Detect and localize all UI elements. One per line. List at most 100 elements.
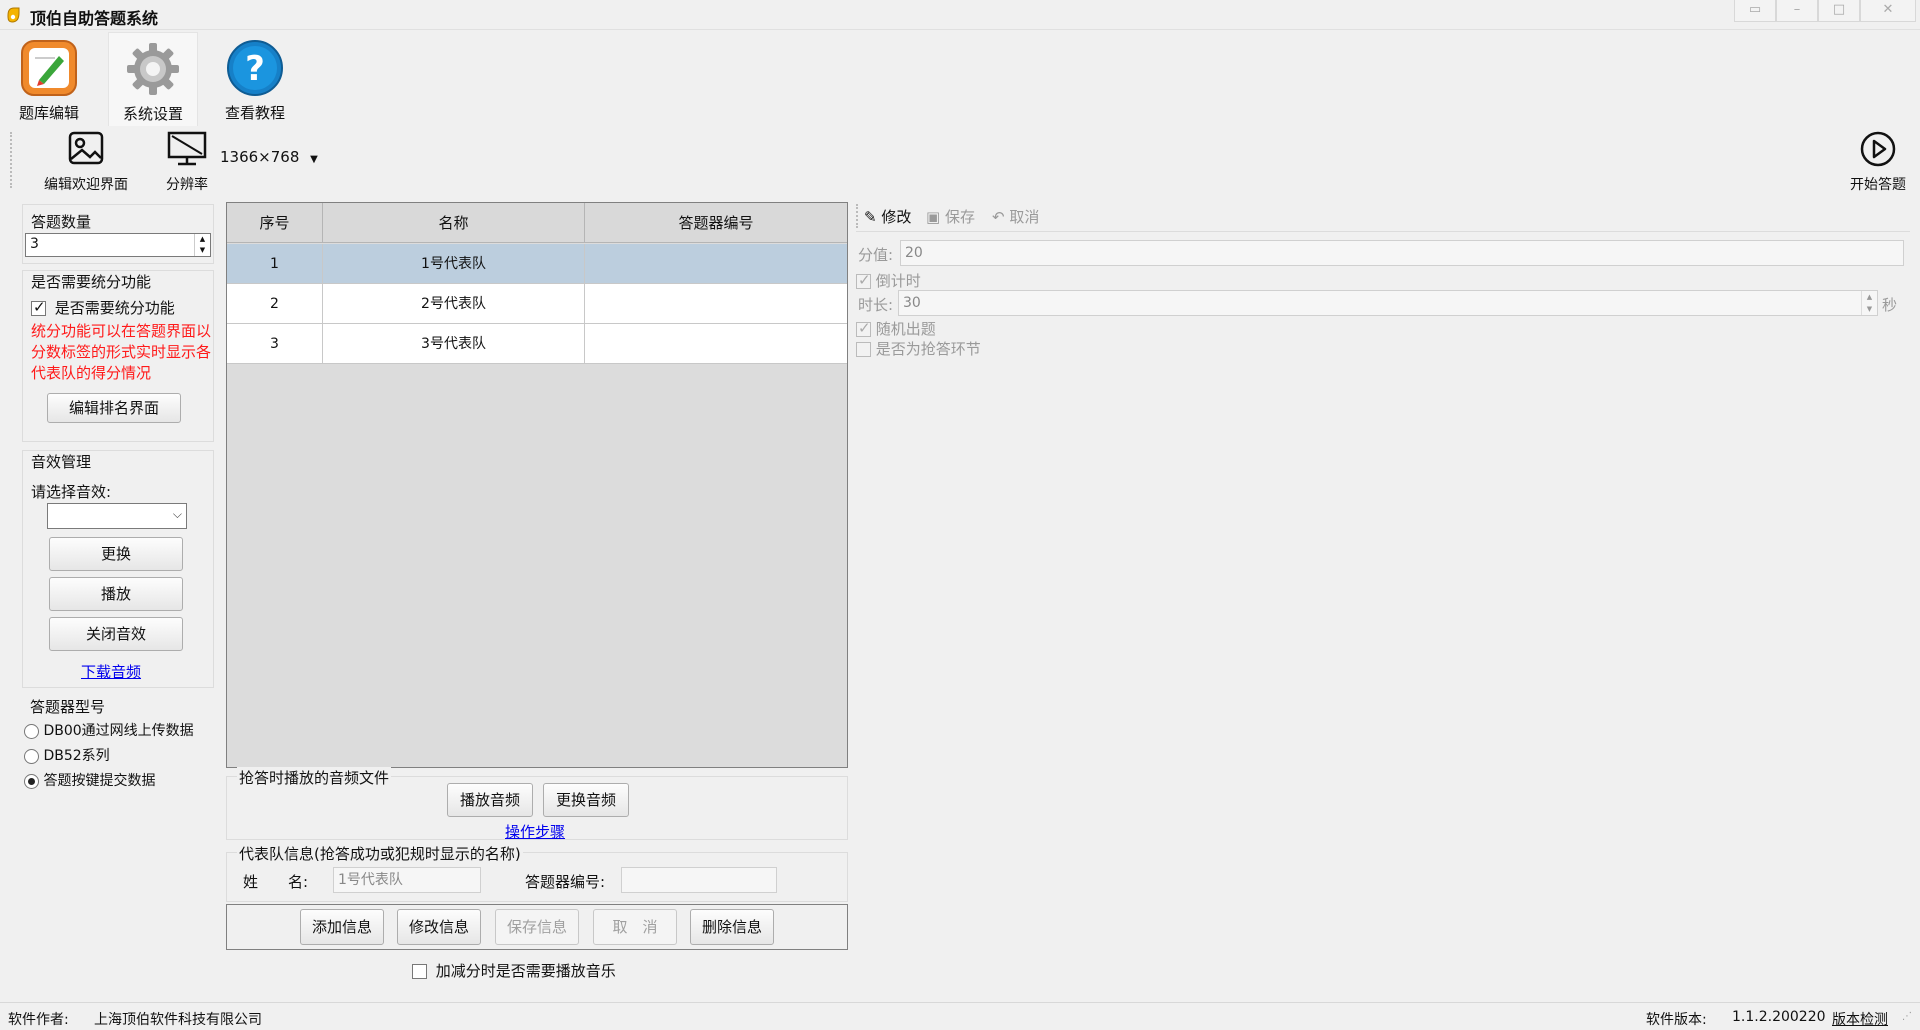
play-sound-button[interactable]: 播放 — [49, 577, 183, 611]
close-sound-button[interactable]: 关闭音效 — [49, 617, 183, 651]
add-info-button[interactable]: 添加信息 — [300, 909, 384, 945]
sound-select[interactable]: ⌵ — [47, 503, 187, 529]
music-checkbox[interactable]: 加减分时是否需要播放音乐 — [412, 960, 616, 981]
edit-bank-icon — [19, 38, 79, 98]
device-no-field[interactable] — [621, 867, 777, 893]
buzzer-checkbox[interactable]: 是否为抢答环节 — [856, 338, 981, 359]
random-checkbox[interactable]: 随机出题 — [856, 318, 936, 339]
save-button[interactable]: ▣ 保存 — [926, 206, 975, 227]
chevron-down-icon: ⌵ — [172, 507, 182, 521]
minimize-button[interactable]: – — [1776, 0, 1818, 22]
sound-group-title: 音效管理 — [31, 453, 92, 471]
answer-count-title: 答题数量 — [31, 213, 92, 231]
change-sound-button[interactable]: 更换 — [49, 537, 183, 571]
table-row[interactable]: 2 2号代表队 — [227, 284, 847, 324]
edit-ranking-button[interactable]: 编辑排名界面 — [47, 393, 181, 423]
ribbon-item-system-settings[interactable]: 系统设置 — [108, 32, 198, 126]
table-row[interactable]: 3 3号代表队 — [227, 324, 847, 364]
dropdown-arrow-icon: ▼ — [310, 154, 318, 165]
column-header-device[interactable]: 答题器编号 — [585, 203, 847, 243]
edit-label: 修改 — [881, 208, 912, 226]
start-answer-button[interactable]: 开始答题 — [1840, 130, 1916, 193]
column-header-no[interactable]: 序号 — [227, 203, 323, 243]
resolution-value: 1366×768 — [220, 148, 300, 166]
ribbon-item-label: 题库编辑 — [18, 104, 79, 122]
random-label: 随机出题 — [875, 320, 936, 338]
resize-grip-icon[interactable]: ⋰ — [1902, 1011, 1912, 1022]
restore-button[interactable]: ▭ — [1734, 0, 1776, 22]
resolution-label: 分辨率 — [166, 177, 208, 193]
edit-button[interactable]: ✎ 修改 — [864, 206, 911, 227]
column-header-name[interactable]: 名称 — [323, 203, 585, 243]
ribbon-item-label: 查看教程 — [224, 104, 285, 122]
checkbox-icon[interactable] — [856, 271, 871, 289]
steps-link[interactable]: 操作步骤 — [505, 821, 565, 842]
music-checkbox-label: 加减分时是否需要播放音乐 — [435, 962, 616, 980]
edit-welcome-label: 编辑欢迎界面 — [44, 177, 128, 193]
maximize-button[interactable]: □ — [1818, 0, 1860, 22]
cancel-info-button[interactable]: 取 消 — [593, 909, 677, 945]
modify-info-button[interactable]: 修改信息 — [397, 909, 481, 945]
score-value: 20 — [905, 245, 923, 261]
score-checkbox[interactable]: 是否需要统分功能 — [31, 297, 175, 318]
action-bar: 添加信息 修改信息 保存信息 取 消 删除信息 — [226, 904, 848, 950]
save-info-button[interactable]: 保存信息 — [495, 909, 579, 945]
close-button[interactable]: ✕ — [1860, 0, 1916, 22]
checkbox-icon[interactable] — [31, 298, 46, 316]
author-label: 软件作者: — [8, 1012, 69, 1028]
toolbar-grip — [10, 132, 12, 188]
checkbox-icon[interactable] — [856, 319, 871, 337]
spinner-arrows-icon[interactable]: ▲ ▼ — [194, 234, 210, 256]
check-version-link[interactable]: 版本检测 — [1832, 1009, 1888, 1029]
device-group: 答题器型号 DB00通过网线上传数据 DB52系列 答题按键提交数据 — [22, 694, 214, 789]
ribbon-item-tutorial[interactable]: ? 查看教程 — [210, 32, 300, 126]
device-option-keypad[interactable]: 答题按键提交数据 — [24, 770, 155, 790]
start-answer-label: 开始答题 — [1850, 177, 1906, 193]
svg-text:?: ? — [245, 49, 265, 89]
help-icon: ? — [225, 38, 285, 98]
name-field[interactable]: 1号代表队 — [333, 867, 481, 893]
duration-spinner[interactable]: 30 ▲ ▼ — [898, 290, 1878, 316]
download-audio-link[interactable]: 下载音频 — [81, 661, 141, 682]
score-note: 统分功能可以在答题界面以分数标签的形式实时显示各代表队的得分情况 — [31, 322, 212, 382]
delete-info-button[interactable]: 删除信息 — [690, 909, 774, 945]
radio-icon[interactable] — [24, 748, 39, 764]
status-bar: 软件作者: 上海顶伯软件科技有限公司 软件版本: 1.1.2.200220 版本… — [0, 1002, 1920, 1030]
device-no-label: 答题器编号: — [525, 873, 606, 891]
device-option-label: 答题按键提交数据 — [43, 773, 156, 789]
cell-name: 2号代表队 — [323, 284, 585, 324]
checkbox-icon[interactable] — [856, 342, 871, 357]
countdown-checkbox[interactable]: 倒计时 — [856, 270, 921, 291]
checkbox-icon[interactable] — [412, 964, 427, 979]
cell-no: 2 — [227, 284, 323, 324]
edit-icon: ✎ — [864, 208, 877, 226]
duration-label: 时长: — [858, 296, 894, 314]
resolution-button[interactable]: 分辨率 — [156, 130, 218, 193]
save-label: 保存 — [944, 208, 975, 226]
gear-icon — [123, 39, 183, 99]
edit-welcome-button[interactable]: 编辑欢迎界面 — [36, 130, 136, 193]
right-toolbar: ✎ 修改 ▣ 保存 ↶ 取消 — [856, 202, 1910, 232]
radio-icon[interactable] — [24, 773, 39, 789]
device-option-db52[interactable]: DB52系列 — [24, 745, 110, 765]
change-audio-button[interactable]: 更换音频 — [543, 783, 629, 817]
title-bar: 顶伯自助答题系统 ▭ – □ ✕ — [0, 0, 1920, 30]
duration-value: 30 — [903, 295, 921, 311]
score-checkbox-label: 是否需要统分功能 — [54, 299, 175, 317]
spinner-arrows-icon[interactable]: ▲ ▼ — [1861, 291, 1877, 315]
device-option-label: DB00通过网线上传数据 — [43, 723, 194, 739]
answer-count-spinner[interactable]: 3 ▲ ▼ — [25, 233, 211, 257]
cell-no: 1 — [227, 244, 323, 284]
save-icon: ▣ — [926, 208, 941, 226]
play-audio-button[interactable]: 播放音频 — [447, 783, 533, 817]
duration-unit: 秒 — [1882, 296, 1898, 314]
sound-group: 音效管理 请选择音效: ⌵ 更换 播放 关闭音效 下载音频 — [22, 450, 214, 688]
score-value-field[interactable]: 20 — [900, 240, 1904, 266]
radio-icon[interactable] — [24, 723, 39, 739]
buzzer-label: 是否为抢答环节 — [875, 340, 981, 358]
resolution-dropdown[interactable]: 1366×768 ▼ — [220, 148, 320, 172]
device-option-db00[interactable]: DB00通过网线上传数据 — [24, 720, 194, 740]
table-row[interactable]: 1 1号代表队 — [227, 244, 847, 284]
cancel-button[interactable]: ↶ 取消 — [992, 206, 1039, 227]
ribbon-item-question-bank[interactable]: 题库编辑 — [4, 32, 94, 126]
